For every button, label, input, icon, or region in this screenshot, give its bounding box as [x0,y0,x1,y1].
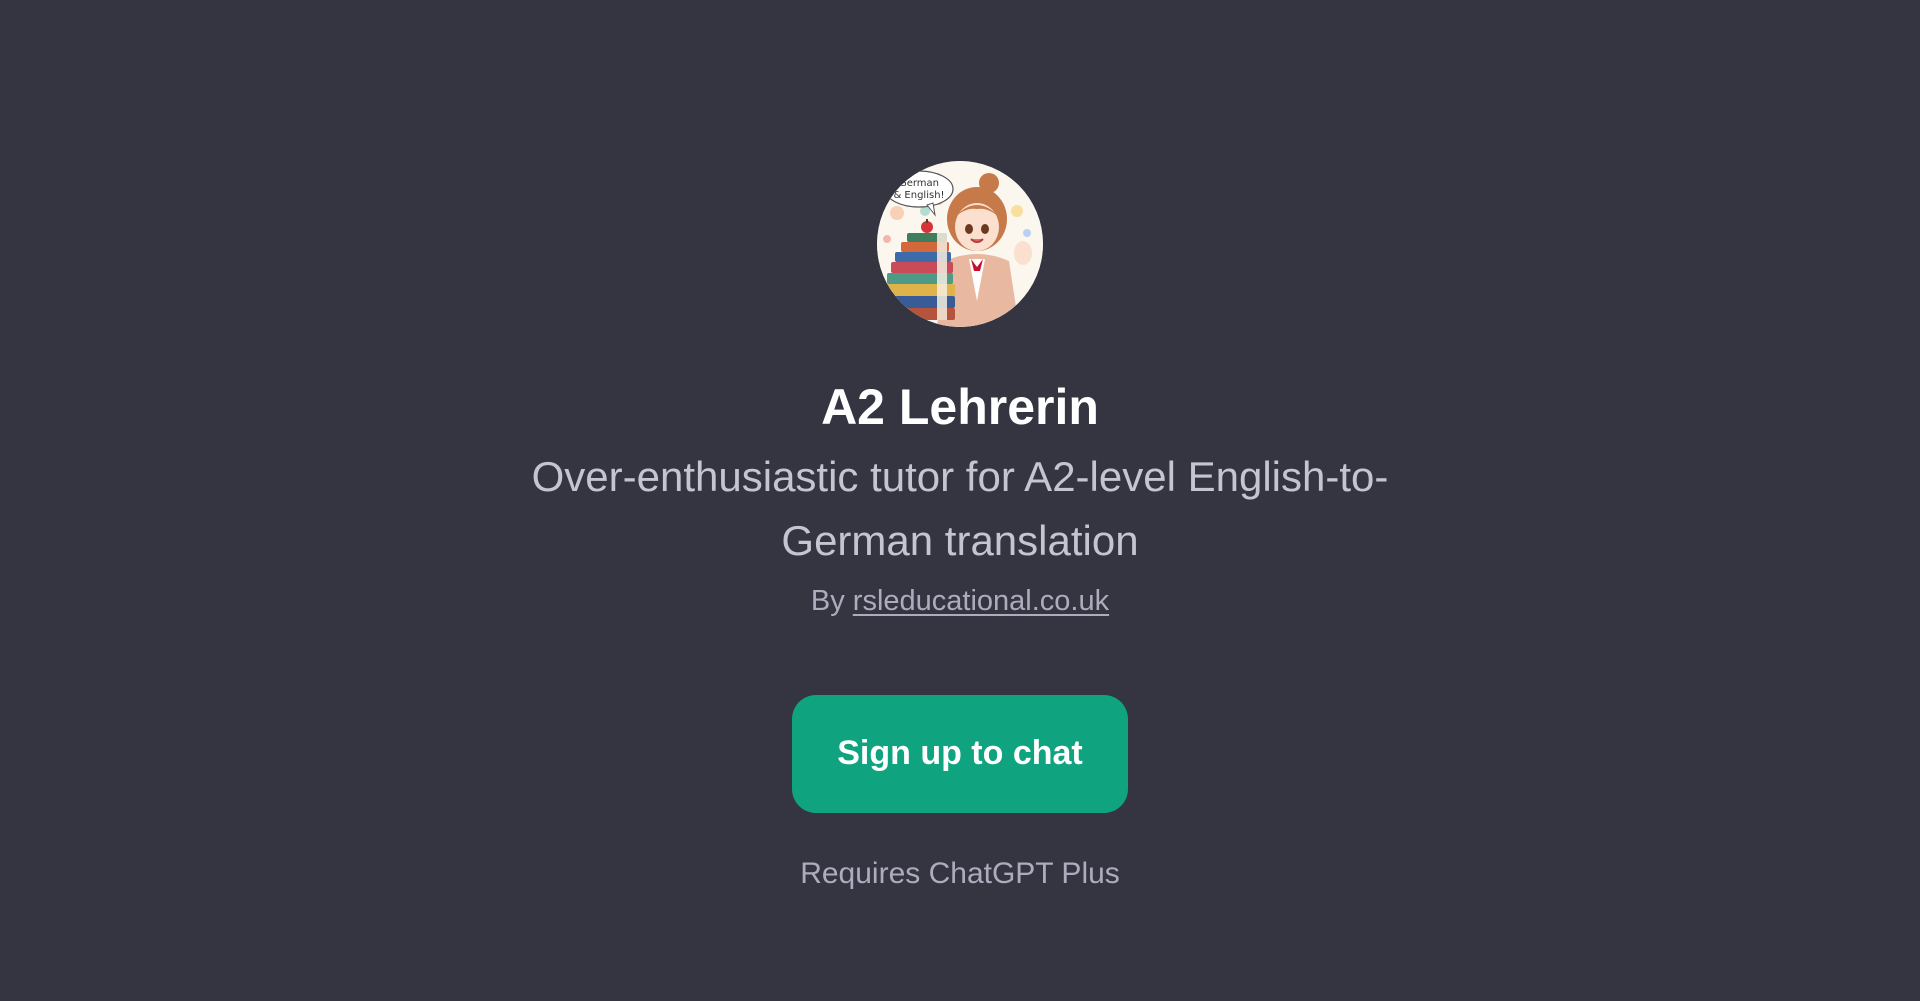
sign-up-to-chat-button[interactable]: Sign up to chat [792,694,1128,813]
byline-prefix: By [810,585,845,617]
gpt-landing-page: German & English! A2 Lehrerin Over-enthu… [0,0,1920,1001]
gpt-avatar: German & English! [877,161,1043,327]
gpt-description: Over-enthusiastic tutor for A2-level Eng… [531,453,1389,564]
speech-bubble-line1: German [899,178,939,189]
requirement-note: Requires ChatGPT Plus [800,856,1120,890]
gpt-title: A2 Lehrerin [821,379,1099,435]
speech-bubble-line2: & English! [893,190,944,201]
author-link[interactable]: rsleducational.co.uk [853,585,1109,617]
author-byline: By rsleducational.co.uk [811,583,1109,621]
